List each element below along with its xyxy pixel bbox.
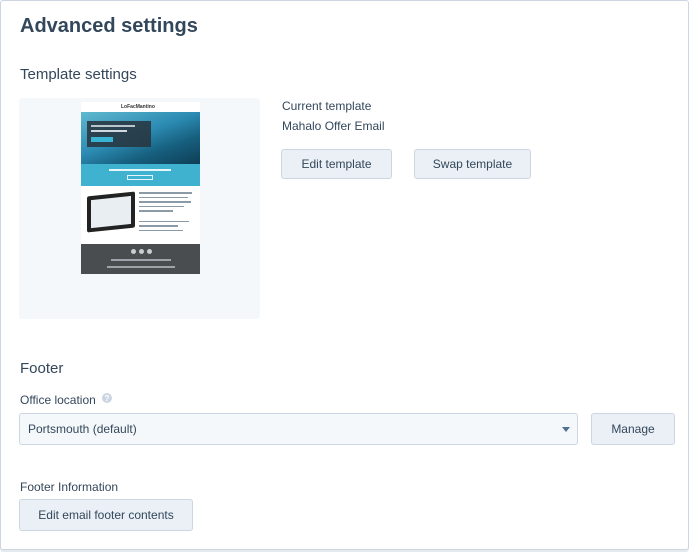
current-template-label: Current template — [282, 99, 372, 113]
chevron-down-icon — [562, 427, 570, 432]
email-thumbnail-body — [81, 186, 200, 244]
current-template-value: Mahalo Offer Email — [282, 119, 385, 133]
office-location-select[interactable]: Portsmouth (default) — [19, 413, 578, 445]
footer-information-label: Footer Information — [20, 480, 119, 494]
office-location-label: Office location — [20, 393, 96, 407]
office-location-value: Portsmouth (default) — [28, 422, 137, 436]
email-thumbnail-band — [81, 164, 200, 186]
email-thumbnail: LoFacMantino — [81, 102, 200, 274]
email-thumbnail-header: LoFacMantino — [81, 102, 200, 112]
swap-template-button[interactable]: Swap template — [414, 149, 531, 179]
email-thumbnail-hero — [81, 112, 200, 164]
edit-footer-button[interactable]: Edit email footer contents — [19, 499, 193, 531]
template-preview[interactable]: LoFacMantino — [19, 98, 260, 319]
footer-heading: Footer — [20, 360, 64, 377]
page-title: Advanced settings — [20, 15, 198, 37]
tablet-image-icon — [87, 191, 135, 233]
email-thumbnail-brand: LoFacMantino — [121, 104, 155, 110]
advanced-settings-panel: Advanced settings Template settings LoFa… — [0, 0, 689, 550]
edit-template-button[interactable]: Edit template — [281, 149, 392, 179]
template-settings-heading: Template settings — [20, 66, 137, 83]
manage-button[interactable]: Manage — [591, 413, 675, 445]
social-icons — [131, 249, 152, 254]
email-thumbnail-footer — [81, 244, 200, 274]
help-icon[interactable]: ? — [102, 393, 112, 403]
